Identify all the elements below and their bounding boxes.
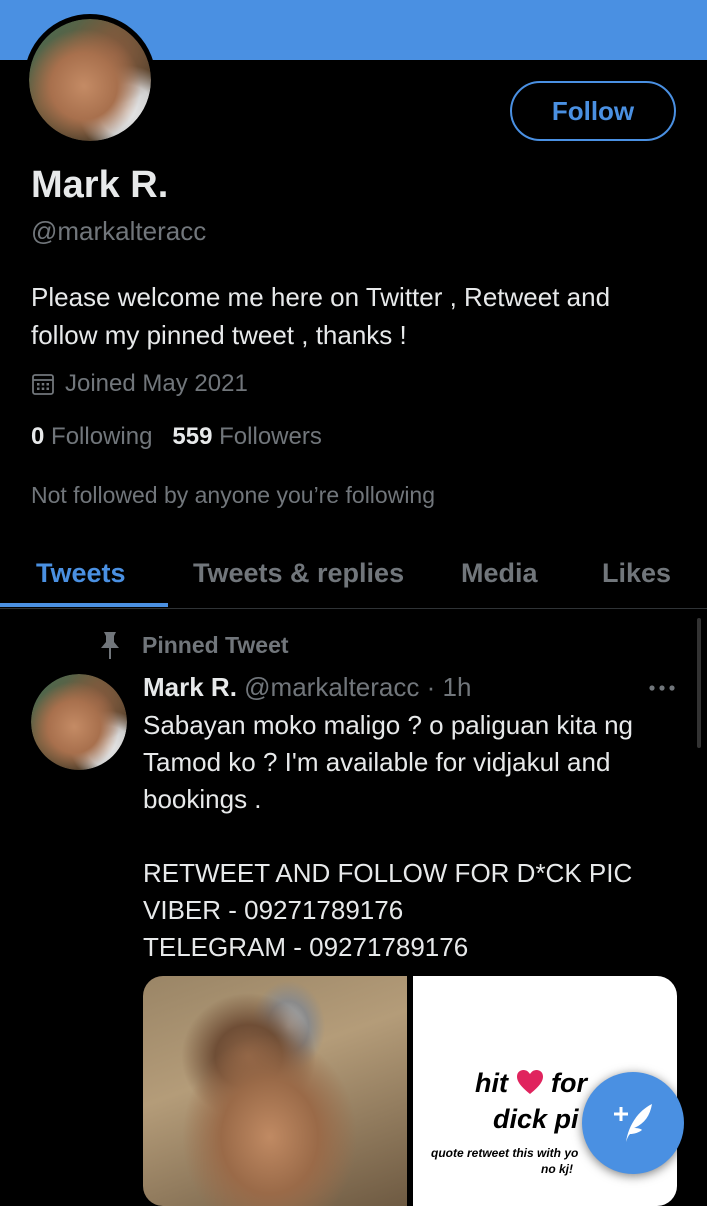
compose-tweet-icon bbox=[614, 1104, 652, 1142]
scrollbar[interactable] bbox=[697, 618, 701, 748]
joined-text: Joined May 2021 bbox=[65, 370, 248, 397]
tweet-avatar-photo bbox=[31, 674, 127, 770]
media-text-quote: quote retweet this with yo bbox=[431, 1146, 579, 1160]
profile-handle: @markalteracc bbox=[31, 216, 207, 246]
media-text-dick-pic: dick pi bbox=[493, 1104, 579, 1134]
tab-media[interactable]: Media bbox=[461, 540, 538, 606]
tweet-header: Mark R. @markalteracc · 1h bbox=[143, 672, 471, 703]
media-text-hit: hit for bbox=[475, 1068, 588, 1098]
heart-icon bbox=[516, 1070, 543, 1094]
followers-label: Followers bbox=[219, 423, 322, 450]
profile-avatar[interactable] bbox=[24, 14, 156, 146]
calendar-icon bbox=[31, 372, 55, 396]
profile-name: Mark R. bbox=[31, 164, 169, 206]
media-photo[interactable] bbox=[143, 976, 407, 1206]
tweet-author-name[interactable]: Mark R. bbox=[143, 672, 237, 702]
joined-date: Joined May 2021 bbox=[31, 370, 248, 398]
compose-tweet-button[interactable] bbox=[582, 1072, 684, 1174]
tab-tweets-replies[interactable]: Tweets & replies bbox=[193, 540, 404, 606]
tweet-text: Sabayan moko maligo ? o paliguan kita ng… bbox=[143, 710, 633, 962]
tab-tweets[interactable]: Tweets bbox=[36, 540, 126, 606]
media-text-nokj: no kj! bbox=[541, 1162, 573, 1176]
pinned-tweet-label: Pinned Tweet bbox=[96, 630, 289, 660]
follow-stats: 0 Following 559 Followers bbox=[31, 423, 322, 451]
tweet-author-handle[interactable]: @markalteracc bbox=[244, 672, 419, 702]
following-count: 0 bbox=[31, 423, 45, 450]
followers-link[interactable]: 559 Followers bbox=[172, 423, 321, 451]
tweet-time: · 1h bbox=[419, 672, 472, 702]
active-tab-indicator bbox=[0, 603, 168, 607]
avatar-photo bbox=[29, 19, 151, 141]
profile-bio: Please welcome me here on Twitter , Retw… bbox=[31, 282, 611, 350]
follow-button[interactable]: Follow bbox=[510, 81, 676, 141]
more-icon[interactable] bbox=[647, 673, 677, 703]
tab-likes[interactable]: Likes bbox=[602, 540, 671, 606]
followers-count: 559 bbox=[172, 423, 213, 450]
profile-tabs: Tweets Tweets & replies Media Likes bbox=[0, 540, 707, 609]
pinned-text: Pinned Tweet bbox=[142, 631, 289, 658]
pin-icon bbox=[96, 630, 124, 660]
tweet-avatar[interactable] bbox=[31, 674, 127, 770]
following-label: Following bbox=[51, 423, 153, 450]
following-link[interactable]: 0 Following bbox=[31, 423, 152, 451]
not-followed-notice: Not followed by anyone you’re following bbox=[31, 482, 436, 508]
